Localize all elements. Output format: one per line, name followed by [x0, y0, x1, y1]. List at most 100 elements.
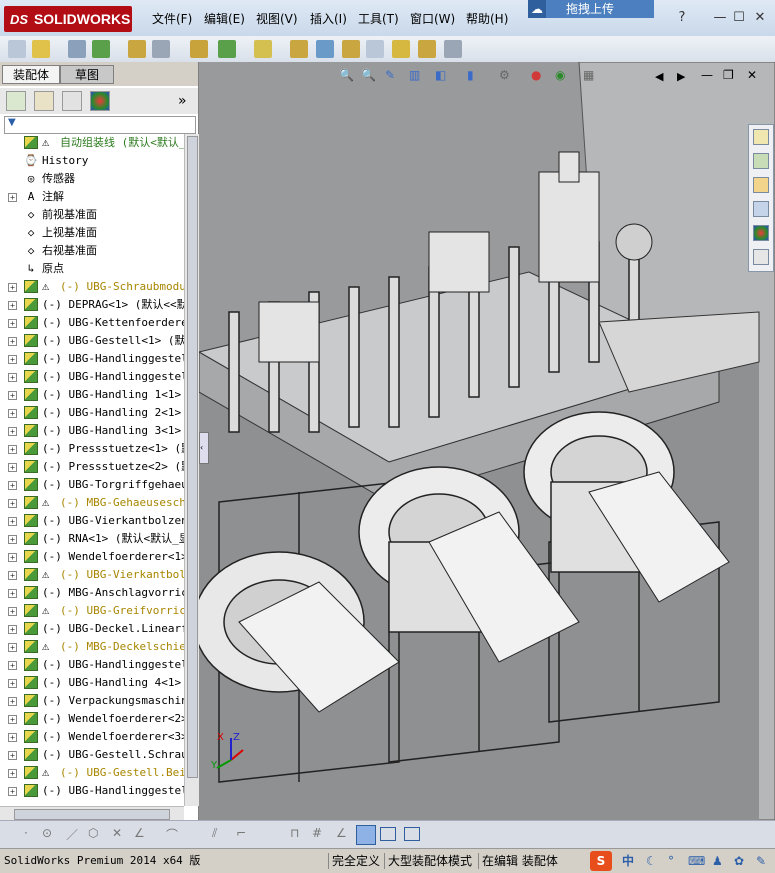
mate-icon[interactable] — [68, 40, 86, 58]
fillet-icon[interactable]: ⌒ — [166, 826, 178, 843]
viewport-close-button[interactable]: ✕ — [747, 68, 757, 82]
tree-filter-box[interactable]: ▼ — [4, 116, 196, 134]
viewport-minimize-button[interactable]: — — [701, 68, 713, 82]
expand-toggle-icon[interactable]: + — [8, 607, 17, 616]
expand-toggle-icon[interactable]: + — [8, 517, 17, 526]
expand-toggle-icon[interactable]: + — [8, 337, 17, 346]
expand-toggle-icon[interactable]: + — [8, 679, 17, 688]
help-icon[interactable]: ? — [674, 10, 690, 26]
expand-toggle-icon[interactable]: + — [8, 661, 17, 670]
explode-line-sketch-icon[interactable] — [366, 40, 384, 58]
h-scroll-thumb[interactable] — [14, 809, 170, 820]
expand-toggle-icon[interactable]: + — [8, 193, 17, 202]
solidworks-logo[interactable]: DS SOLIDWORKS — [4, 6, 132, 32]
relation-icon[interactable]: ∠ — [336, 826, 347, 840]
expand-toggle-icon[interactable]: + — [8, 283, 17, 292]
expand-toggle-icon[interactable]: + — [8, 733, 17, 742]
expand-toggle-icon[interactable]: + — [8, 301, 17, 310]
tree-vertical-scrollbar[interactable] — [184, 134, 199, 806]
view-settings-icon[interactable]: ▦ — [583, 68, 594, 82]
insert-component-icon[interactable] — [32, 40, 50, 58]
tree-horizontal-scrollbar[interactable] — [0, 806, 184, 821]
expand-toggle-icon[interactable]: + — [8, 499, 17, 508]
expand-toggle-icon[interactable]: + — [8, 787, 17, 796]
expand-toggle-icon[interactable]: + — [8, 355, 17, 364]
menu-window[interactable]: 窗口(W) — [410, 10, 455, 28]
expand-toggle-icon[interactable]: + — [8, 319, 17, 328]
interference-detection-icon[interactable] — [392, 40, 410, 58]
feature-tree-icon[interactable] — [6, 91, 26, 111]
expand-toggle-icon[interactable]: + — [8, 391, 17, 400]
graphics-area[interactable]: 🔍 🔍 ✎ ▥ ◧ ▮ ⚙ ● ◉ ▦ ◀ ▶ — ❐ ✕ X Y Z ‹ — [199, 62, 775, 820]
tools-icon[interactable]: ✎ — [756, 853, 766, 869]
file-explorer-icon[interactable] — [753, 177, 769, 193]
corner-icon[interactable]: ⌐ — [236, 826, 246, 840]
offset-icon[interactable]: ⫽ — [212, 826, 217, 841]
expand-toggle-icon[interactable]: + — [8, 769, 17, 778]
polygon-icon[interactable]: ⬡ — [88, 826, 98, 840]
ime-language[interactable]: 中 — [622, 853, 634, 869]
angle-icon[interactable]: ∠ — [134, 826, 145, 840]
expand-toggle-icon[interactable]: + — [8, 553, 17, 562]
menu-help[interactable]: 帮助(H) — [466, 10, 508, 28]
dimension-icon[interactable]: ⊓ — [290, 826, 299, 840]
new-component-icon[interactable] — [8, 40, 26, 58]
expand-toggle-icon[interactable]: + — [8, 535, 17, 544]
punctuation-icon[interactable]: ° — [668, 853, 674, 869]
custom-properties-icon[interactable] — [753, 249, 769, 265]
view-palette-icon[interactable] — [753, 201, 769, 217]
expand-toggle-icon[interactable]: + — [8, 481, 17, 490]
expand-toggle-icon[interactable]: + — [8, 751, 17, 760]
show-hidden-icon[interactable] — [190, 40, 208, 58]
expand-toggle-icon[interactable]: + — [8, 697, 17, 706]
zoom-to-fit-icon[interactable]: 🔍 — [339, 68, 354, 82]
tab-assembly[interactable]: 装配体 — [2, 65, 60, 84]
viewport-next-icon[interactable]: ▶ — [677, 70, 685, 83]
zoom-to-area-icon[interactable]: 🔍 — [361, 68, 376, 82]
design-library-icon[interactable] — [753, 153, 769, 169]
expand-toggle-icon[interactable]: + — [8, 643, 17, 652]
view-orientation-icon[interactable]: ◧ — [435, 68, 446, 82]
move-component-icon[interactable] — [152, 40, 170, 58]
keyboard-icon[interactable]: ⌨ — [688, 853, 705, 869]
close-button[interactable]: ✕ — [752, 10, 768, 26]
smart-fasteners-icon[interactable] — [128, 40, 146, 58]
collapse-panel-handle[interactable]: ‹ — [199, 432, 209, 464]
restore-button[interactable]: ☐ — [731, 10, 747, 26]
section-view-icon[interactable]: ▥ — [409, 68, 420, 82]
minimize-button[interactable]: — — [712, 10, 728, 26]
display-manager-icon[interactable] — [90, 91, 110, 111]
skin-icon[interactable]: ✿ — [734, 853, 744, 869]
filter-icon[interactable]: ▼ — [8, 117, 16, 128]
previous-view-icon[interactable]: ✎ — [385, 68, 395, 82]
line-icon[interactable]: ／ — [66, 826, 78, 843]
hole-alignment-icon[interactable] — [444, 40, 462, 58]
grid-icon[interactable]: # — [312, 826, 322, 840]
window-tile-vertical-icon[interactable] — [404, 827, 420, 841]
user-icon[interactable]: ♟ — [712, 853, 723, 869]
bill-of-materials-icon[interactable] — [316, 40, 334, 58]
exploded-view-icon[interactable] — [342, 40, 360, 58]
menu-insert[interactable]: 插入(I) — [310, 10, 347, 28]
window-tile-horizontal-icon[interactable] — [380, 827, 396, 841]
viewport-restore-button[interactable]: ❐ — [723, 68, 734, 82]
edit-appearance-icon[interactable]: ● — [531, 68, 541, 82]
expand-toggle-icon[interactable]: + — [8, 463, 17, 472]
scroll-thumb[interactable] — [187, 136, 198, 778]
expand-toggle-icon[interactable]: + — [8, 625, 17, 634]
drag-upload-overlay[interactable]: ☁ 拖拽上传 — [528, 0, 654, 18]
appearances-icon[interactable] — [753, 225, 769, 241]
new-motion-study-icon[interactable] — [290, 40, 308, 58]
linear-pattern-icon[interactable] — [92, 40, 110, 58]
moon-icon[interactable]: ☾ — [646, 853, 657, 869]
expand-toggle-icon[interactable]: + — [8, 715, 17, 724]
ime-logo[interactable]: S — [590, 851, 612, 871]
expand-toggle-icon[interactable]: + — [8, 427, 17, 436]
display-style-icon[interactable]: ▮ — [467, 68, 474, 82]
clearance-verification-icon[interactable] — [418, 40, 436, 58]
expand-toggle-icon[interactable]: + — [8, 409, 17, 418]
expand-toggle-icon[interactable]: + — [8, 445, 17, 454]
menu-view[interactable]: 视图(V) — [256, 10, 298, 28]
reference-geometry-icon[interactable] — [254, 40, 272, 58]
solidworks-resources-icon[interactable] — [753, 129, 769, 145]
